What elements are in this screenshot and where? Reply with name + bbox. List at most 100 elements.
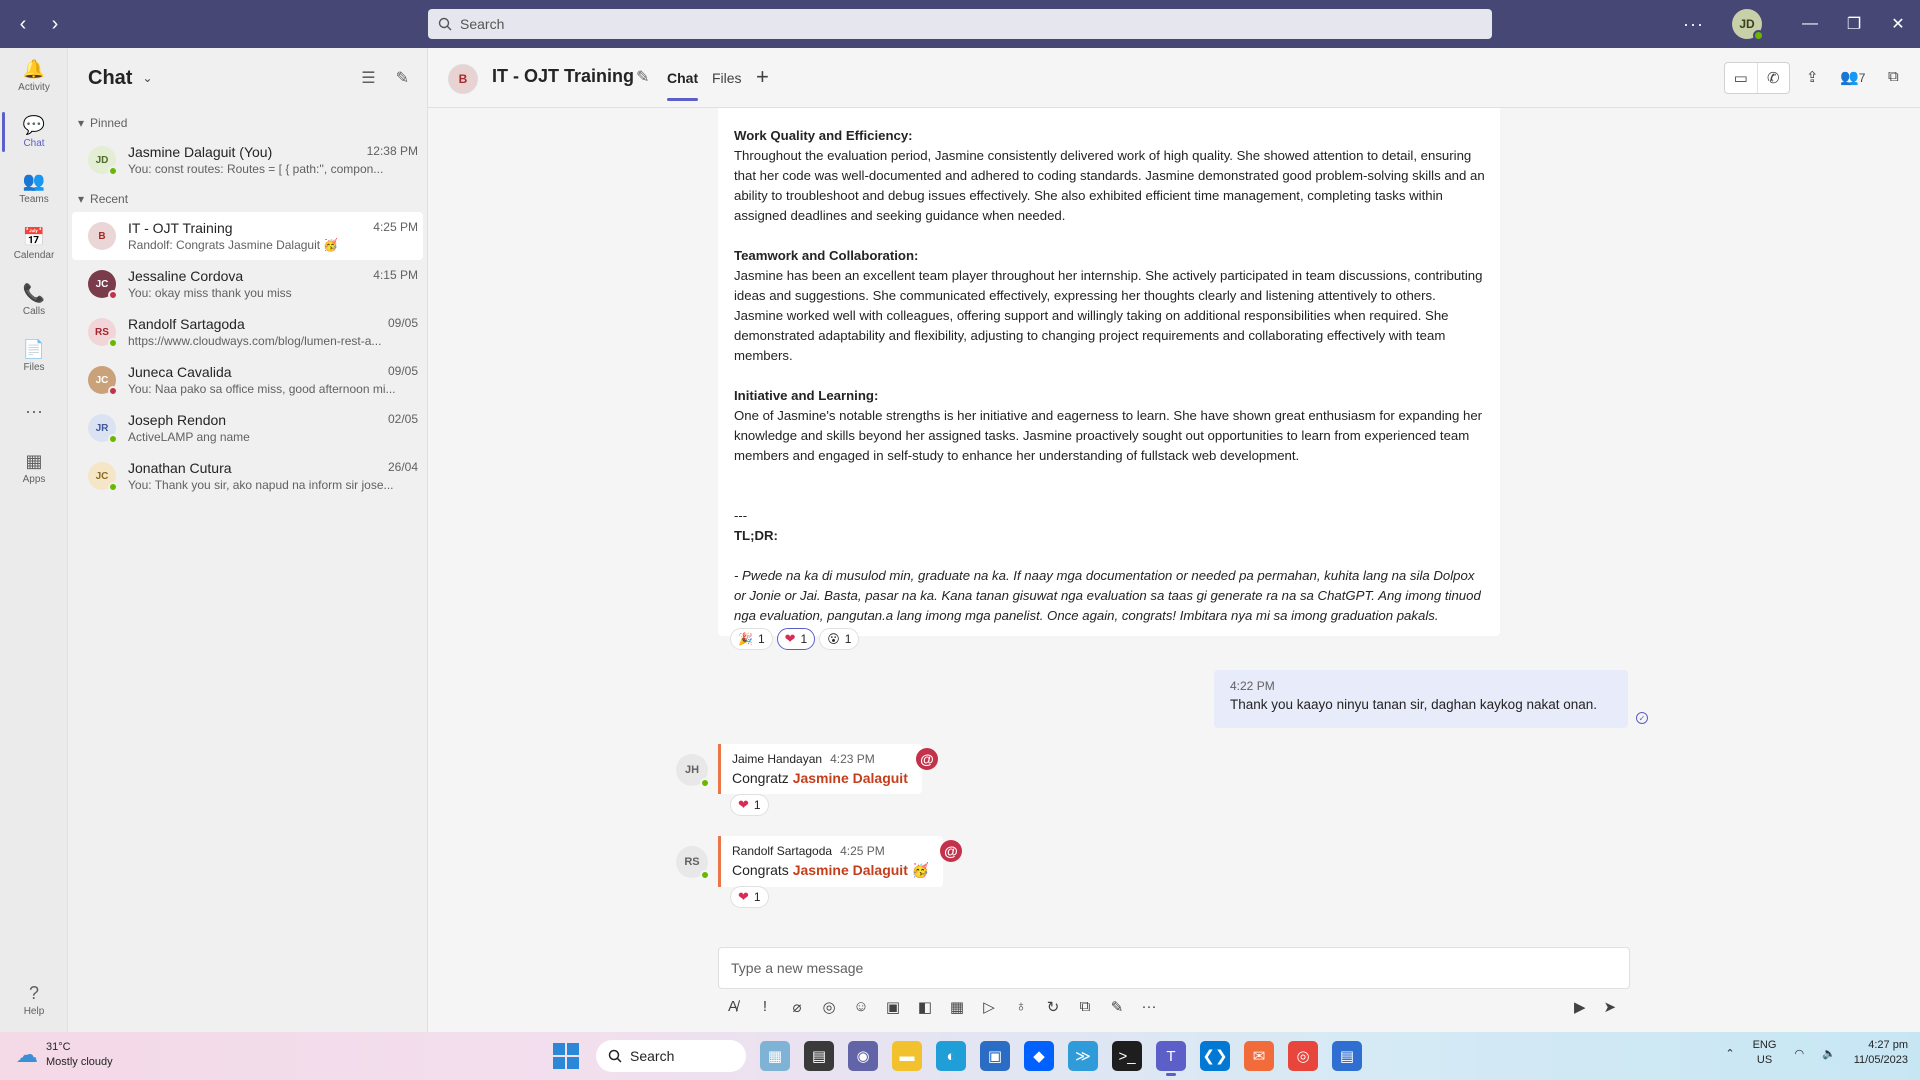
wifi-icon[interactable]: ◠ [1794, 1047, 1804, 1060]
chat-list-item[interactable]: JC Jessaline Cordova 4:15 PM You: okay miss… [72, 260, 423, 308]
clock[interactable]: 4:27 pm 11/05/2023 [1854, 1038, 1908, 1068]
dropbox-icon[interactable]: ◆ [1024, 1041, 1054, 1071]
loop-icon[interactable]: ◎ [820, 998, 838, 1016]
forward-arrow-icon[interactable]: › [46, 13, 64, 36]
taskbar-search[interactable]: Search [596, 1040, 746, 1072]
rail-item-calls[interactable]: 📞 Calls [0, 272, 68, 328]
avatar[interactable]: RS [676, 846, 710, 880]
settings-more-icon[interactable]: ··· [1683, 14, 1704, 35]
important-icon[interactable]: ! [756, 998, 774, 1016]
chat-list-item[interactable]: B IT - OJT Training 4:25 PM Randolf: Congra… [72, 212, 423, 260]
pinned-section-header[interactable]: ▾ Pinned [68, 108, 427, 136]
mention-tag[interactable]: Jasmine Dalaguit [793, 862, 908, 878]
schedule-meeting-icon[interactable]: ▦ [948, 998, 966, 1016]
rail-item-chat[interactable]: 💬 Chat [0, 104, 68, 160]
attach-icon[interactable]: ⌀ [788, 998, 806, 1016]
store-icon[interactable]: ▣ [980, 1041, 1010, 1071]
add-tab-icon[interactable]: + [756, 64, 769, 90]
refresh-icon[interactable]: ↻ [1044, 998, 1062, 1016]
close-icon[interactable]: ✕ [1876, 14, 1920, 34]
rail-item-apps[interactable]: ▦ Apps [0, 440, 68, 496]
forms-icon[interactable]: ✎ [1108, 998, 1126, 1016]
postman-icon[interactable]: ✉ [1244, 1041, 1274, 1071]
tab-files[interactable]: Files [712, 70, 742, 86]
sender-name: Randolf Sartagoda [732, 844, 833, 858]
minimize-icon[interactable]: — [1788, 15, 1832, 33]
restore-icon[interactable]: ❐ [1832, 14, 1876, 34]
chevron-down-icon[interactable]: ⌄ [142, 71, 152, 85]
rail-item-files[interactable]: 📄 Files [0, 328, 68, 384]
pop-out-icon[interactable]: ⧉ [1888, 68, 1899, 85]
task-view-icon[interactable]: ▤ [804, 1041, 834, 1071]
chat-list-item[interactable]: JD Jasmine Dalaguit (You) 12:38 PM You: con… [72, 136, 423, 184]
avatar[interactable]: JH [676, 754, 710, 788]
divider-text: --- [734, 508, 748, 523]
heart-reaction[interactable]: ❤ 1 [730, 886, 769, 908]
sticker-icon[interactable]: ◧ [916, 998, 934, 1016]
call-buttons: ▭ ✆ [1724, 62, 1790, 94]
rail-item-teams[interactable]: 👥 Teams [0, 160, 68, 216]
rail-item-calendar[interactable]: 📅 Calendar [0, 216, 68, 272]
compose-box[interactable]: Type a new message [718, 947, 1630, 989]
chat-list-item[interactable]: JC Jonathan Cutura 26/04 You: Thank you sir… [72, 452, 423, 500]
chat-preview: You: okay miss thank you miss [128, 286, 292, 300]
conversation-title[interactable]: IT - OJT Training [492, 66, 634, 87]
search-input[interactable]: Search [428, 9, 1492, 39]
compose-placeholder: Type a new message [731, 960, 864, 976]
recent-section-header[interactable]: ▾ Recent [68, 184, 427, 212]
back-arrow-icon[interactable]: ‹ [14, 13, 32, 36]
teams-icon[interactable]: T [1156, 1041, 1186, 1076]
stream-icon[interactable]: ▷ [980, 998, 998, 1016]
video-clip-icon[interactable]: ▶ [1574, 998, 1586, 1016]
profile-initials: JD [1739, 17, 1755, 31]
section-title: Initiative and Learning: [734, 388, 879, 403]
tab-chat[interactable]: Chat [667, 70, 699, 101]
chevron-up-icon[interactable]: ⌃ [1725, 1047, 1734, 1060]
rail-item-activity[interactable]: 🔔 Activity [0, 48, 68, 104]
edit-name-icon[interactable]: ✎ [636, 67, 649, 87]
notepad-icon[interactable]: ▤ [1332, 1041, 1362, 1071]
volume-icon[interactable]: 🔈 [1822, 1047, 1836, 1060]
audio-call-icon[interactable]: ✆ [1758, 63, 1790, 93]
weather-widget[interactable]: ☁ 31°C Mostly cloudy [16, 1040, 113, 1070]
avatar-initials: RS [684, 856, 700, 868]
edge-icon[interactable]: ◐ [936, 1041, 966, 1071]
reaction-chip[interactable]: 🎉 1 [730, 628, 773, 650]
filter-icon[interactable]: ☰ [361, 68, 375, 88]
mention-message[interactable]: Randolf Sartagoda 4:25 PM Congrats Jasmin… [718, 836, 944, 887]
chat-list-item[interactable]: RS Randolf Sartagoda 09/05 https://www.clou… [72, 308, 423, 356]
file-explorer-icon[interactable]: ▬ [892, 1041, 922, 1071]
praise-icon[interactable]: ♁ [1012, 998, 1030, 1016]
format-icon[interactable]: A̸ [724, 998, 742, 1016]
share-screen-icon[interactable]: ⇪ [1806, 68, 1819, 86]
mention-message[interactable]: Jaime Handayan 4:23 PM Congratz Jasmine D… [718, 744, 922, 794]
rail-item-help[interactable]: ? Help [0, 972, 68, 1028]
more-options-icon[interactable]: ··· [1140, 998, 1158, 1016]
chat-list-item[interactable]: JC Juneca Cavalida 09/05 You: Naa pako sa o… [72, 356, 423, 404]
reaction-chip[interactable]: 😮 1 [819, 628, 860, 650]
participants-icon[interactable]: 👥7 [1840, 68, 1865, 86]
terminal-icon[interactable]: >_ [1112, 1041, 1142, 1071]
emoji-icon[interactable]: ☺ [852, 998, 870, 1016]
widgets-icon[interactable]: ▦ [760, 1041, 790, 1071]
new-chat-icon[interactable]: ✎ [396, 68, 409, 88]
language-indicator[interactable]: ENG US [1753, 1038, 1777, 1068]
chat-list-item[interactable]: JR Joseph Rendon 02/05 ActiveLAMP ang name [72, 404, 423, 452]
power-automate-icon[interactable]: ≫ [1068, 1041, 1098, 1071]
vscode-icon[interactable]: ❮❯ [1200, 1041, 1230, 1071]
windows-start-icon[interactable] [550, 1040, 582, 1072]
apps-icon[interactable]: ⧉ [1076, 998, 1094, 1016]
chrome-icon[interactable]: ◎ [1288, 1041, 1318, 1071]
teams-chat-icon[interactable]: ◉ [848, 1041, 878, 1071]
heart-reaction[interactable]: ❤ 1 [730, 794, 769, 816]
send-icon[interactable]: ➤ [1604, 998, 1617, 1016]
own-message[interactable]: 4:22 PM Thank you kaayo ninyu tanan sir,… [1214, 670, 1628, 728]
evaluation-message[interactable]: Work Quality and Efficiency: Throughout … [718, 108, 1500, 636]
gif-icon[interactable]: ▣ [884, 998, 902, 1016]
mention-tag[interactable]: Jasmine Dalaguit [793, 770, 908, 786]
profile-avatar[interactable]: JD [1732, 9, 1764, 41]
video-call-icon[interactable]: ▭ [1725, 63, 1758, 93]
rail-item-more[interactable]: ··· [0, 384, 68, 440]
reaction-chip[interactable]: ❤ 1 [776, 628, 816, 650]
search-icon [438, 17, 452, 31]
